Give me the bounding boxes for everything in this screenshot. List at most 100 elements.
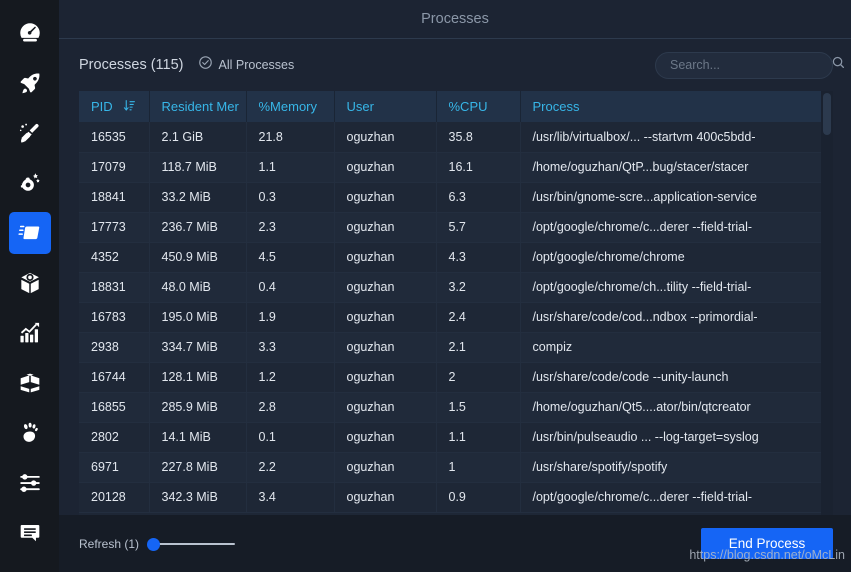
column-header-process[interactable]: Process <box>520 91 821 122</box>
column-header-label: %CPU <box>448 99 488 114</box>
cell-pid: 4352 <box>79 242 150 273</box>
all-processes-checkbox[interactable]: All Processes <box>198 55 295 75</box>
cell-memory_pct: 2.3 <box>246 212 335 243</box>
cell-process: /usr/bin/gnome-scre...application-servic… <box>520 182 821 213</box>
cell-resident_memory: 334.7 MiB <box>149 332 247 363</box>
cell-user: oguzhan <box>334 212 437 243</box>
column-header-label: Process <box>532 99 580 114</box>
cell-pid: 18831 <box>79 272 150 303</box>
search-icon[interactable] <box>831 55 846 75</box>
cell-cpu_pct: 6.3 <box>436 182 521 213</box>
package-box-icon <box>17 370 43 396</box>
cell-pid: 2802 <box>79 422 150 453</box>
vertical-scrollbar[interactable] <box>821 91 833 515</box>
table-row[interactable]: 17079 118.7 MiB 1.1 oguzhan 16.1/home/oguzha… <box>79 152 821 183</box>
cell-user: oguzhan <box>334 182 437 213</box>
sort-descending-icon[interactable] <box>123 99 136 115</box>
cell-user: oguzhan <box>334 392 437 423</box>
sidebar-item-gnome-settings[interactable] <box>9 412 51 454</box>
cell-resident_memory: 2.1 GiB <box>149 122 247 153</box>
table-row[interactable]: 16744 128.1 MiB 1.2 oguzhan 2/usr/share/code… <box>79 362 821 393</box>
cell-user: oguzhan <box>334 152 437 183</box>
cell-memory_pct: 21.8 <box>246 122 335 153</box>
sidebar-item-apt-repository-manager[interactable] <box>9 362 51 404</box>
column-header-resident_memory[interactable]: Resident Mer <box>149 91 247 122</box>
cell-resident_memory: 342.3 MiB <box>149 482 247 513</box>
table-row[interactable]: 2802 14.1 MiB 0.1 oguzhan 1.1/usr/bin/pulsea… <box>79 422 821 453</box>
sidebar-item-resources[interactable] <box>9 312 51 354</box>
cell-resident_memory: 236.7 MiB <box>149 212 247 243</box>
sidebar <box>0 0 59 572</box>
search-box[interactable] <box>655 51 844 79</box>
cell-resident_memory: 450.9 MiB <box>149 242 247 273</box>
column-header-cpu_pct[interactable]: %CPU <box>436 91 521 122</box>
end-process-button[interactable]: End Process <box>701 528 833 559</box>
process-table: PID Resident Mer %Memory User %CPU Process 16… <box>79 91 821 513</box>
process-table-head: PID Resident Mer %Memory User %CPU Process <box>79 91 821 122</box>
cell-memory_pct: 1.2 <box>246 362 335 393</box>
sidebar-item-dashboard[interactable] <box>9 12 51 54</box>
cell-user: oguzhan <box>334 452 437 483</box>
column-header-pid[interactable]: PID <box>79 91 150 122</box>
sidebar-item-processes[interactable] <box>8 212 51 254</box>
rocket-icon <box>17 70 43 96</box>
cell-process: /opt/google/chrome/c...derer --field-tri… <box>520 482 821 513</box>
column-header-user[interactable]: User <box>334 91 437 122</box>
cell-resident_memory: 285.9 MiB <box>149 392 247 423</box>
table-row[interactable]: 20128 342.3 MiB 3.4 oguzhan 0.9/opt/google/c… <box>79 482 821 513</box>
table-row[interactable]: 6971 227.8 MiB 2.2 oguzhan 1/usr/share/spoti… <box>79 452 821 483</box>
cell-pid: 16783 <box>79 302 150 333</box>
cell-cpu_pct: 2.1 <box>436 332 521 363</box>
cell-cpu_pct: 1.1 <box>436 422 521 453</box>
processes-icon <box>17 220 43 246</box>
cell-resident_memory: 128.1 MiB <box>149 362 247 393</box>
cell-pid: 20128 <box>79 482 150 513</box>
cell-process: /usr/lib/virtualbox/... --startvm 400c5b… <box>520 122 821 153</box>
window-title-bar: Processes <box>59 0 851 39</box>
sliders-icon <box>17 470 43 496</box>
cell-resident_memory: 14.1 MiB <box>149 422 247 453</box>
cell-user: oguzhan <box>334 332 437 363</box>
slider-track <box>153 542 236 545</box>
cell-cpu_pct: 4.3 <box>436 242 521 273</box>
table-header-row: PID Resident Mer %Memory User %CPU Process <box>79 91 821 122</box>
table-row[interactable]: 18841 33.2 MiB 0.3 oguzhan 6.3/usr/bin/gnome… <box>79 182 821 213</box>
sidebar-item-uninstaller[interactable] <box>9 262 51 304</box>
table-row[interactable]: 2938 334.7 MiB 3.3 oguzhan 2.1 compiz <box>79 332 821 363</box>
table-row[interactable]: 16535 2.1 GiB 21.8 oguzhan 35.8/usr/lib/virt… <box>79 122 821 153</box>
table-row[interactable]: 16783 195.0 MiB 1.9 oguzhan 2.4/usr/share/co… <box>79 302 821 333</box>
vertical-scrollbar-thumb[interactable] <box>823 93 831 135</box>
all-processes-label: All Processes <box>218 58 295 72</box>
cell-memory_pct: 1.1 <box>246 152 335 183</box>
sidebar-item-feedback[interactable] <box>9 512 51 554</box>
search-input[interactable] <box>670 58 831 72</box>
stacer-window: Processes Processes (115) All Processes <box>0 0 851 572</box>
sidebar-item-settings[interactable] <box>9 462 51 504</box>
process-table-scroll: PID Resident Mer %Memory User %CPU Process 16… <box>79 91 821 515</box>
cell-memory_pct: 0.3 <box>246 182 335 213</box>
check-circle-icon <box>198 55 213 75</box>
slider-knob[interactable] <box>147 537 161 551</box>
sidebar-item-services[interactable] <box>9 162 51 204</box>
cell-memory_pct: 0.1 <box>246 422 335 453</box>
cell-resident_memory: 227.8 MiB <box>149 452 247 483</box>
table-row[interactable]: 16855 285.9 MiB 2.8 oguzhan 1.5/home/oguzhan… <box>79 392 821 423</box>
cell-cpu_pct: 35.8 <box>436 122 521 153</box>
table-row[interactable]: 4352 450.9 MiB 4.5 oguzhan 4.3/opt/google/ch… <box>79 242 821 273</box>
cell-memory_pct: 2.8 <box>246 392 335 423</box>
cell-pid: 16535 <box>79 122 150 153</box>
cell-cpu_pct: 16.1 <box>436 152 521 183</box>
main-panel: Processes Processes (115) All Processes <box>59 0 851 572</box>
footer-bar: Refresh (1) End Process <box>59 515 851 572</box>
table-row[interactable]: 18831 48.0 MiB 0.4 oguzhan 3.2/opt/google/ch… <box>79 272 821 303</box>
cell-cpu_pct: 0.9 <box>436 482 521 513</box>
column-header-memory_pct[interactable]: %Memory <box>246 91 335 122</box>
cell-process: /opt/google/chrome/c...derer --field-tri… <box>520 212 821 243</box>
table-row[interactable]: 17773 236.7 MiB 2.3 oguzhan 5.7/opt/google/c… <box>79 212 821 243</box>
refresh-interval-slider[interactable] <box>147 536 236 552</box>
column-header-label: PID <box>91 99 113 114</box>
page-title: Processes <box>421 11 489 27</box>
sidebar-item-startup-apps[interactable] <box>9 62 51 104</box>
cell-process: /usr/share/spotify/spotify <box>520 452 821 483</box>
sidebar-item-system-cleaner[interactable] <box>9 112 51 154</box>
